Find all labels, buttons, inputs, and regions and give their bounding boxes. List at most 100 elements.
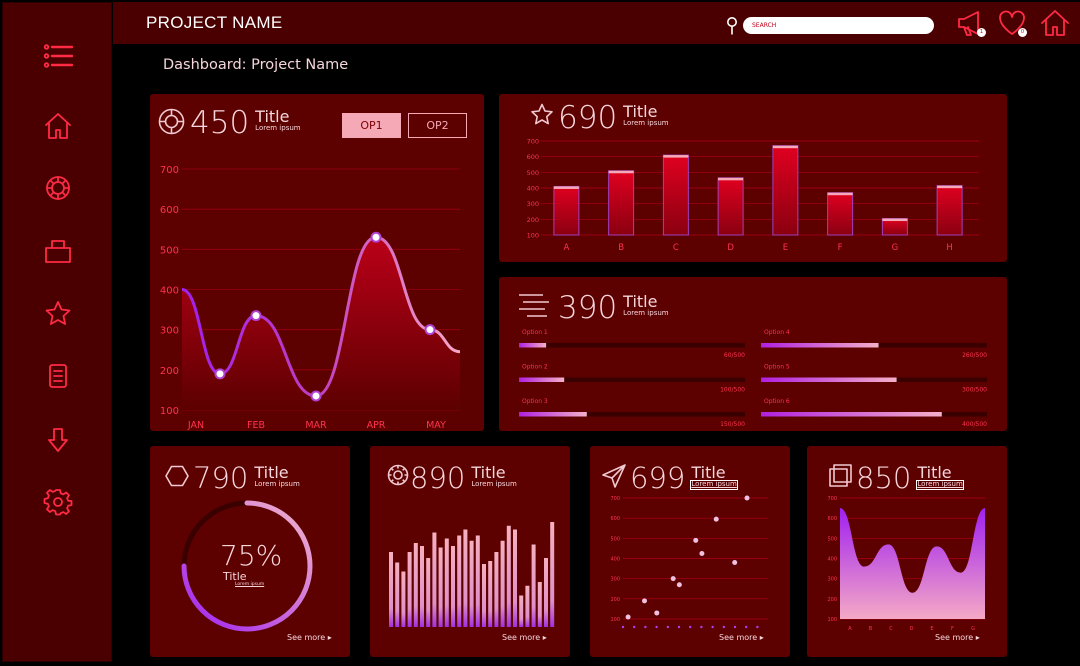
equalizer-card: 890 Title Lorem ipsum See more ▸ [370,446,570,657]
equalizer-bar [537,582,542,627]
progress-fill [761,377,897,382]
progress-card: 390 Title Lorem ipsum Option 1 60/500 Optio… [499,277,1007,431]
settings-icon[interactable] [41,485,75,519]
sidebar [2,2,112,662]
bar-cap [608,170,634,174]
search-icon[interactable] [725,16,739,36]
progress-fill [519,377,565,382]
x-tick-label: MAR [305,420,327,431]
equalizer-bar [463,529,468,627]
megaphone-icon[interactable]: 1 [956,8,986,38]
data-point [250,310,262,322]
y-tick-label: 400 [527,185,539,193]
equalizer-bar [451,546,455,627]
y-tick-label: 400 [610,557,620,563]
area-chart: 100 200 300 400 500 600 700 A B C D E F G [827,496,985,632]
x-tick-label: JAN [187,420,204,431]
bar-cap [553,186,579,189]
heart-icon[interactable]: 0 [997,8,1027,38]
equalizer-bar [500,540,505,627]
bar [772,145,799,236]
x-tick-label: B [869,626,873,632]
y-tick-label: 700 [160,165,179,176]
see-more-link[interactable]: See more ▸ [719,633,764,642]
dashboard-title: Dashboard: Project Name [163,57,349,73]
bar-cap [718,177,744,181]
equalizer-bar [432,532,437,627]
home-icon[interactable] [1040,8,1070,38]
equalizer-bar [531,544,536,627]
notification-badge: 1 [977,28,986,37]
equalizer-bar [506,525,511,627]
progress-label: Option 5 [764,364,790,371]
see-more-link[interactable]: See more ▸ [935,633,980,642]
x-tick-label: E [930,626,933,632]
document-icon[interactable] [41,359,75,393]
progress-label: Option 1 [522,329,548,336]
x-tick-label: F [951,626,954,632]
bar-cap [937,185,963,189]
x-tick-label: D [910,626,914,632]
progress-track [519,343,745,348]
x-tick-label: E [783,243,788,253]
progress-value: 150/500 [720,421,745,428]
equalizer-bar [469,540,474,627]
search-input[interactable] [743,17,934,34]
star-icon[interactable] [41,297,75,331]
equalizer-bar [407,552,412,627]
progress-fill [761,343,879,348]
progress-value: 60/500 [724,352,745,359]
y-tick-label: 300 [610,577,620,583]
data-point [310,390,322,402]
bar-cap [882,218,908,222]
y-tick-label: 500 [527,169,539,177]
data-point [654,610,660,616]
bar-cap [827,192,853,196]
y-tick-label: 700 [527,138,539,146]
progress-label: Option 2 [522,364,548,371]
gauge-card: 790 Title Lorem ipsum 75% Title Lorem ips… [150,446,350,657]
y-tick-label: 500 [827,536,837,542]
bar-cap [663,155,689,158]
x-tick-label: F [838,243,843,253]
y-tick-label: 600 [160,205,179,216]
see-more-link[interactable]: See more ▸ [502,633,547,642]
dashboard-icon[interactable] [41,171,75,205]
x-tick-label: A [563,243,569,253]
bar-chart: 100 200 300 400 500 600 700 A B C D E F G H [527,138,979,253]
equalizer-bar [525,585,530,627]
x-tick-label: G [971,626,975,632]
equalizer-bar [426,558,431,627]
x-tick-label: C [889,626,893,632]
data-point [744,495,750,501]
see-more-link[interactable]: See more ▸ [287,633,332,642]
equalizer-bar [544,558,548,627]
x-axis-dot [655,625,658,629]
equalizer-chart [389,522,555,627]
bar [936,185,963,236]
equalizer-bar [475,535,480,627]
x-axis-dot [722,625,725,629]
y-tick-label: 700 [827,496,837,502]
equalizer-bar [513,529,517,627]
progress-label: Option 4 [764,329,790,336]
x-tick-label: G [892,243,899,253]
data-point [699,550,705,556]
x-tick-label: FEB [247,420,265,431]
box-icon[interactable] [41,234,75,268]
y-tick-label: 200 [610,597,620,603]
progress-value: 400/500 [962,421,987,428]
progress-fill [519,412,587,417]
y-tick-label: 600 [827,516,837,522]
download-icon[interactable] [41,423,75,457]
x-axis-dot [711,625,714,629]
home-icon[interactable] [41,109,75,143]
data-point [732,560,738,566]
data-point [642,598,647,604]
equalizer-bar [444,538,449,627]
menu-icon[interactable] [41,39,75,73]
data-point [693,537,699,543]
y-tick-label: 200 [527,216,539,224]
x-axis-dot [756,625,759,629]
y-tick-label: 200 [827,597,837,603]
